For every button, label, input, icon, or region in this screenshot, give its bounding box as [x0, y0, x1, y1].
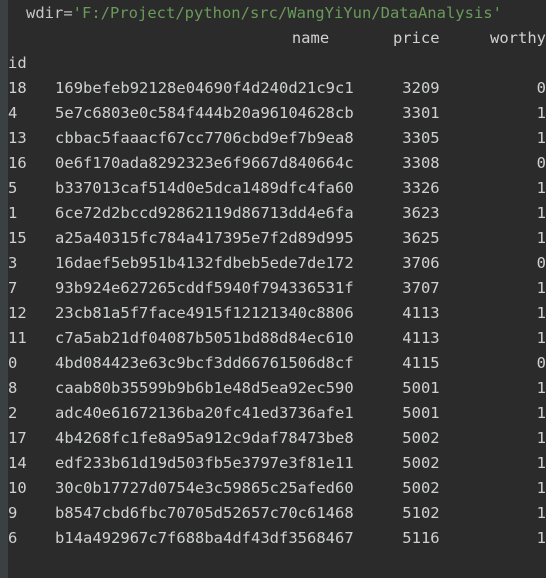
- cell-name: adc40e61672136ba20fc41ed3736afe1: [55, 404, 354, 422]
- table-row: 15 a25a40315fc784a417395e7f2d89d995 3625 1: [8, 226, 546, 251]
- cell-id: 5: [8, 179, 18, 197]
- cell-id: 11: [8, 329, 27, 347]
- cell-worthy: 1: [536, 329, 546, 347]
- cell-name: 30c0b17727d0754e3c59865c25afed60: [55, 479, 354, 497]
- table-row: 0 4bd084423e63c9bcf3dd66761506d8cf 4115 0: [8, 351, 546, 376]
- dataframe-header-row: name price worthy: [8, 26, 546, 51]
- column-header-price: price: [392, 29, 440, 47]
- header-index-blank: [8, 26, 55, 51]
- index-name-label: id: [8, 54, 27, 72]
- table-row: 17 4b4268fc1fe8a95a912c9daf78473be8 5002 1: [8, 426, 546, 451]
- table-row: 6 b14a492967c7f688ba4df43df3568467 5116 1: [8, 526, 546, 551]
- cell-id: 8: [8, 379, 18, 397]
- table-row: 4 5e7c6803e0c584f444b20a96104628cb 3301 1: [8, 101, 546, 126]
- cell-id: 2: [8, 404, 18, 422]
- cell-worthy: 0: [536, 79, 546, 97]
- cell-name: 4bd084423e63c9bcf3dd66761506d8cf: [55, 354, 354, 372]
- cell-worthy: 0: [536, 254, 546, 272]
- console-output-pane[interactable]: wdir='F:/Project/python/src/WangYiYun/Da…: [0, 0, 546, 578]
- cell-id: 10: [8, 479, 27, 497]
- cell-worthy: 0: [536, 154, 546, 172]
- cell-name: b14a492967c7f688ba4df43df3568467: [55, 529, 354, 547]
- console-left-gutter: [0, 0, 8, 578]
- table-row: 9 b8547cbd6fbc70705d52657c70c61468 5102 1: [8, 501, 546, 526]
- table-row: 10 30c0b17727d0754e3c59865c25afed60 5002 1: [8, 476, 546, 501]
- cell-name: b8547cbd6fbc70705d52657c70c61468: [55, 504, 354, 522]
- table-row: 13 cbbac5faaacf67cc7706cbd9ef7b9ea8 3305 1: [8, 126, 546, 151]
- cell-name: a25a40315fc784a417395e7f2d89d995: [55, 229, 354, 247]
- cell-id: 15: [8, 229, 27, 247]
- cell-name: 16daef5eb951b4132fdbeb5ede7de172: [55, 254, 354, 272]
- column-header-worthy: worthy: [490, 29, 546, 47]
- table-row: 5 b337013caf514d0e5dca1489dfc4fa60 3326 1: [8, 176, 546, 201]
- cell-worthy: 1: [536, 479, 546, 497]
- table-row: 14 edf233b61d19d503fb5e3797e3f81e11 5002 1: [8, 451, 546, 476]
- table-row: 8 caab80b35599b9b6b1e48d5ea92ec590 5001 1: [8, 376, 546, 401]
- table-row: 2 adc40e61672136ba20fc41ed3736afe1 5001 1: [8, 401, 546, 426]
- cell-worthy: 1: [536, 229, 546, 247]
- table-row: 16 0e6f170ada8292323e6f9667d840664c 3308 0: [8, 151, 546, 176]
- cell-worthy: 1: [536, 379, 546, 397]
- cell-name: caab80b35599b9b6b1e48d5ea92ec590: [55, 379, 354, 397]
- cell-id: 17: [8, 429, 27, 447]
- cell-name: cbbac5faaacf67cc7706cbd9ef7b9ea8: [55, 129, 354, 147]
- column-header-name: name: [291, 29, 330, 47]
- cell-worthy: 1: [536, 279, 546, 297]
- cell-id: 14: [8, 454, 27, 472]
- cell-worthy: 0: [536, 354, 546, 372]
- cell-id: 12: [8, 304, 27, 322]
- cell-name: 0e6f170ada8292323e6f9667d840664c: [55, 154, 354, 172]
- cell-id: 16: [8, 154, 27, 172]
- cell-name: c7a5ab21df04087b5051bd88d84ec610: [55, 329, 354, 347]
- cell-name: b337013caf514d0e5dca1489dfc4fa60: [55, 179, 354, 197]
- console-content: wdir='F:/Project/python/src/WangYiYun/Da…: [8, 0, 546, 578]
- table-row: 12 23cb81a5f7face4915f12121340c8806 4113 1: [8, 301, 546, 326]
- table-row: 7 93b924e627265cddf5940f794336531f 3707 1: [8, 276, 546, 301]
- cell-id: 9: [8, 504, 18, 522]
- cell-worthy: 1: [536, 204, 546, 222]
- cell-id: 13: [8, 129, 27, 147]
- cell-worthy: 1: [536, 454, 546, 472]
- cell-name: 169befeb92128e04690f4d240d21c9c1: [55, 79, 354, 97]
- wdir-path-string: 'F:/Project/python/src/WangYiYun/DataAna…: [72, 4, 502, 22]
- cell-worthy: 1: [536, 429, 546, 447]
- wdir-line: wdir='F:/Project/python/src/WangYiYun/Da…: [8, 1, 546, 26]
- cell-id: 0: [8, 354, 18, 372]
- cell-worthy: 1: [536, 404, 546, 422]
- cell-id: 3: [8, 254, 18, 272]
- cell-name: 5e7c6803e0c584f444b20a96104628cb: [55, 104, 354, 122]
- table-row: 3 16daef5eb951b4132fdbeb5ede7de172 3706 0: [8, 251, 546, 276]
- cell-name: 23cb81a5f7face4915f12121340c8806: [55, 304, 354, 322]
- cell-worthy: 1: [536, 179, 546, 197]
- cell-id: 7: [8, 279, 18, 297]
- cell-worthy: 1: [536, 129, 546, 147]
- cell-worthy: 1: [536, 529, 546, 547]
- cell-id: 6: [8, 529, 18, 547]
- cell-worthy: 1: [536, 104, 546, 122]
- table-row: 1 6ce72d2bccd92862119d86713dd4e6fa 3623 1: [8, 201, 546, 226]
- table-row: 11 c7a5ab21df04087b5051bd88d84ec610 4113 1: [8, 326, 546, 351]
- cell-worthy: 1: [536, 304, 546, 322]
- table-row: 18 169befeb92128e04690f4d240d21c9c1 3209 0: [8, 76, 546, 101]
- dataframe-index-name-row: id: [8, 51, 546, 76]
- cell-name: 6ce72d2bccd92862119d86713dd4e6fa: [55, 204, 354, 222]
- cell-name: 93b924e627265cddf5940f794336531f: [55, 279, 354, 297]
- cell-id: 4: [8, 104, 18, 122]
- wdir-keyword: wdir: [26, 4, 64, 22]
- cell-id: 18: [8, 79, 27, 97]
- cell-name: 4b4268fc1fe8a95a912c9daf78473be8: [55, 429, 354, 447]
- cell-worthy: 1: [536, 504, 546, 522]
- dataframe-table: name price worthy id 18 169befeb92128e046…: [8, 26, 546, 551]
- dataframe-body: name price worthy id 18 169befeb92128e046…: [8, 26, 546, 551]
- wdir-equals: =: [63, 4, 73, 22]
- cell-id: 1: [8, 204, 18, 222]
- cell-name: edf233b61d19d503fb5e3797e3f81e11: [55, 454, 354, 472]
